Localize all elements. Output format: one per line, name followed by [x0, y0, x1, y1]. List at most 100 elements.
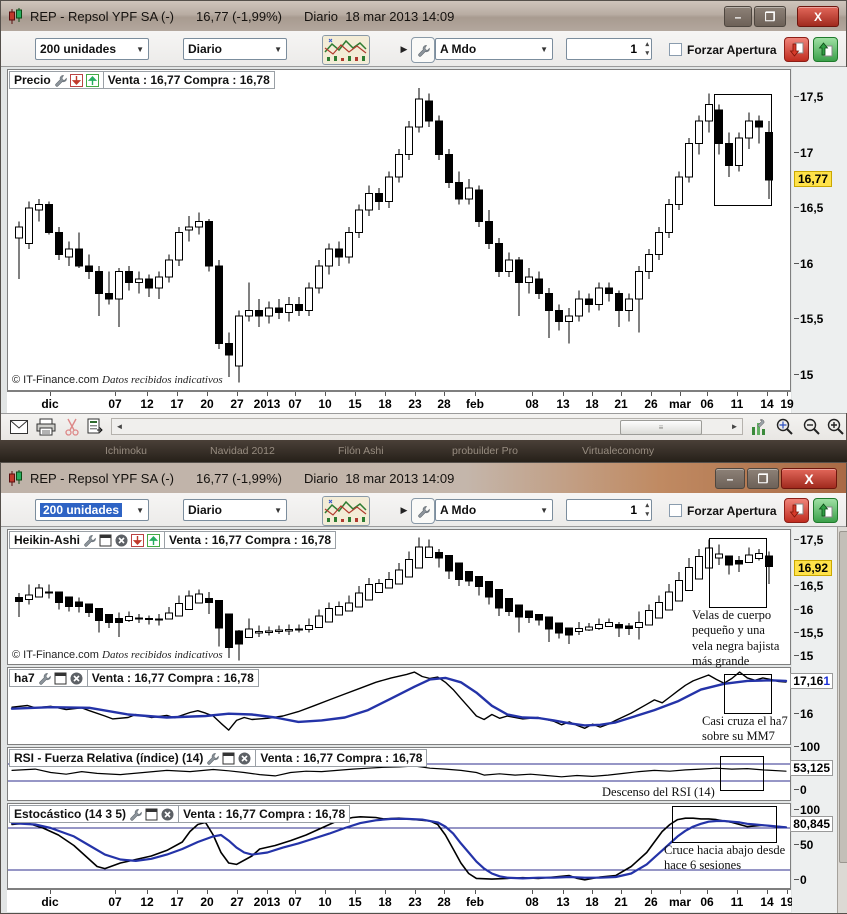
chart-style-button[interactable]: [322, 496, 370, 526]
window-panel-icon[interactable]: [99, 534, 112, 547]
sell-arrow-icon: [789, 503, 804, 518]
close-button[interactable]: X: [781, 468, 837, 489]
close-button[interactable]: X: [797, 6, 839, 27]
y-tick-dash: [794, 844, 799, 845]
expand-orders-arrow[interactable]: ▶: [399, 43, 409, 55]
horizontal-scrollbar[interactable]: ◄ ≡ ►: [111, 418, 743, 435]
sell-shortcut-icon[interactable]: [131, 533, 145, 547]
stoch-plot[interactable]: Estocástico (14 3 5) Venta : 16,77 Compr…: [7, 803, 791, 889]
buy-shortcut-icon[interactable]: [85, 73, 99, 87]
drawing-rectangle-heikin[interactable]: [709, 538, 767, 608]
buy-order-button[interactable]: [813, 37, 838, 62]
maximize-button[interactable]: ❐: [747, 468, 779, 489]
rsi-annotation-text[interactable]: Descenso del RSI (14): [602, 785, 752, 800]
x-tick: [177, 392, 178, 396]
wrench-icon[interactable]: [83, 534, 96, 547]
expand-orders-arrow[interactable]: ▶: [399, 504, 409, 516]
window-panel-icon[interactable]: [145, 808, 158, 821]
time-axis-heikin[interactable]: dic 07 12 17 20 27 2013 07 10 15 18 23 28 feb 08 13 18 21…: [7, 889, 794, 912]
stepper-arrows-icon[interactable]: ▴ ▾: [645, 501, 649, 519]
print-button[interactable]: [35, 417, 57, 437]
zoom-out-button[interactable]: [801, 417, 823, 437]
maximize-button[interactable]: ❐: [754, 6, 786, 27]
export-button[interactable]: [85, 417, 105, 437]
x-tick: [177, 890, 178, 894]
chart-style-button[interactable]: [322, 35, 370, 65]
force-open-checkbox[interactable]: [669, 43, 682, 56]
buy-arrow-icon: [818, 503, 833, 518]
stoch-header: Estocástico (14 3 5) Venta : 16,77 Compr…: [9, 805, 351, 823]
window-panel-icon[interactable]: [54, 672, 67, 685]
zoom-fit-button[interactable]: [773, 417, 797, 437]
ha7-value-box: 17,161: [790, 673, 833, 689]
minimize-button[interactable]: –: [724, 6, 752, 27]
x-tick: [737, 392, 738, 396]
drawing-rectangle-stoch[interactable]: [672, 806, 777, 843]
y-tick-label: 17,5: [794, 90, 823, 104]
units-dropdown[interactable]: 200 unidades ▼: [35, 38, 149, 60]
period-dropdown[interactable]: Diario ▼: [183, 38, 287, 60]
ha7-plot[interactable]: ha7 Venta : 16,77 Compra : 16,78 Casi cr…: [7, 667, 791, 745]
buy-order-button[interactable]: [813, 498, 838, 523]
force-open-checkbox[interactable]: [669, 504, 682, 517]
stoch-indicator-chip: Estocástico (14 3 5): [9, 805, 180, 823]
close-icon[interactable]: [161, 808, 174, 821]
buy-shortcut-icon[interactable]: [147, 533, 161, 547]
scroll-left-arrow[interactable]: ◄: [112, 419, 127, 434]
order-type-dropdown[interactable]: A Mdo ▼: [435, 499, 553, 521]
heikin-annotation-text[interactable]: Velas de cuerpo pequeño y una vela negra…: [692, 608, 788, 669]
order-settings-button[interactable]: [411, 37, 435, 63]
titlebar-precio[interactable]: REP - Repsol YPF SA (-) 16,77 (-1,99%) Dia…: [1, 1, 846, 31]
drawing-rectangle-precio[interactable]: [714, 94, 772, 206]
x-tick: [295, 890, 296, 894]
scrollbar-thumb[interactable]: ≡: [620, 420, 702, 435]
sell-order-button[interactable]: [784, 37, 809, 62]
price-plot[interactable]: Precio Venta : 16,77 Compra : 16,78 © IT…: [7, 69, 791, 391]
price-axis-heikin[interactable]: 17,5 16,5 16 15,5 15 16,92 17,161 16 100 0 53,125 1…: [790, 527, 837, 913]
stoch-annotation-text[interactable]: Cruce hacia abajo desde hace 6 sesiones: [664, 843, 794, 874]
email-button[interactable]: [9, 418, 29, 436]
vertical-scrollbar[interactable]: [837, 527, 847, 913]
cut-button[interactable]: [63, 417, 81, 437]
period-dropdown[interactable]: Diario ▼: [183, 499, 287, 521]
units-dropdown[interactable]: 200 unidades ▼: [35, 499, 149, 521]
sell-shortcut-icon[interactable]: [69, 73, 83, 87]
x-tick: [147, 392, 148, 396]
x-tick: [592, 392, 593, 396]
wrench-icon[interactable]: [54, 74, 67, 87]
heikin-header: Heikin-Ashi Venta : 16,77 Compra : 16,78: [9, 531, 337, 549]
minimize-button[interactable]: –: [715, 468, 745, 489]
chart-settings-button[interactable]: [749, 417, 769, 437]
vscrollbar-thumb[interactable]: [839, 531, 847, 863]
quantity-stepper[interactable]: 1 ▴ ▾: [566, 38, 652, 60]
wrench-icon[interactable]: [129, 808, 142, 821]
y-tick-dash: [794, 207, 799, 209]
window-title: REP - Repsol YPF SA (-) 16,77 (-1,99%) Dia…: [30, 8, 455, 24]
stepper-arrows-icon[interactable]: ▴ ▾: [645, 40, 649, 58]
order-type-dropdown[interactable]: A Mdo ▼: [435, 38, 553, 60]
close-icon[interactable]: [238, 752, 251, 765]
zoom-in-button[interactable]: [825, 417, 847, 437]
buy-arrow-icon: [818, 42, 833, 57]
x-tick-label: 12: [140, 895, 154, 909]
chevron-down-icon: ▼: [274, 505, 282, 515]
close-icon[interactable]: [115, 534, 128, 547]
order-settings-button[interactable]: [411, 498, 435, 524]
close-icon[interactable]: [70, 672, 83, 685]
rsi-plot[interactable]: RSI - Fuerza Relativa (índice) (14) Vent…: [7, 747, 791, 801]
x-tick: [325, 392, 326, 396]
wrench-icon[interactable]: [206, 752, 220, 765]
heikin-plot[interactable]: Heikin-Ashi Venta : 16,77 Compra : 16,78…: [7, 529, 791, 668]
scroll-right-arrow[interactable]: ►: [727, 419, 742, 434]
sell-order-button[interactable]: [784, 498, 809, 523]
wrench-icon[interactable]: [38, 672, 51, 685]
window-panel-icon[interactable]: [222, 752, 235, 765]
chevron-down-icon: ▼: [136, 505, 144, 515]
drawing-rectangle-ha7[interactable]: [724, 674, 772, 714]
ha7-annotation-text[interactable]: Casi cruza el ha7 sobre su MM7: [702, 714, 792, 745]
quantity-stepper[interactable]: 1 ▴ ▾: [566, 499, 652, 521]
titlebar-heikin[interactable]: REP - Repsol YPF SA (-) 16,77 (-1,99%) Dia…: [1, 463, 846, 493]
price-axis-precio[interactable]: 17,5 17 16,5 16 15,5 15 16,77: [792, 67, 847, 413]
time-axis-precio[interactable]: dic 07 12 17 20 27 2013 07 10 15 18 23 28 feb 08 13 18 21…: [7, 391, 794, 414]
magnifier-plus-icon: [827, 418, 844, 435]
